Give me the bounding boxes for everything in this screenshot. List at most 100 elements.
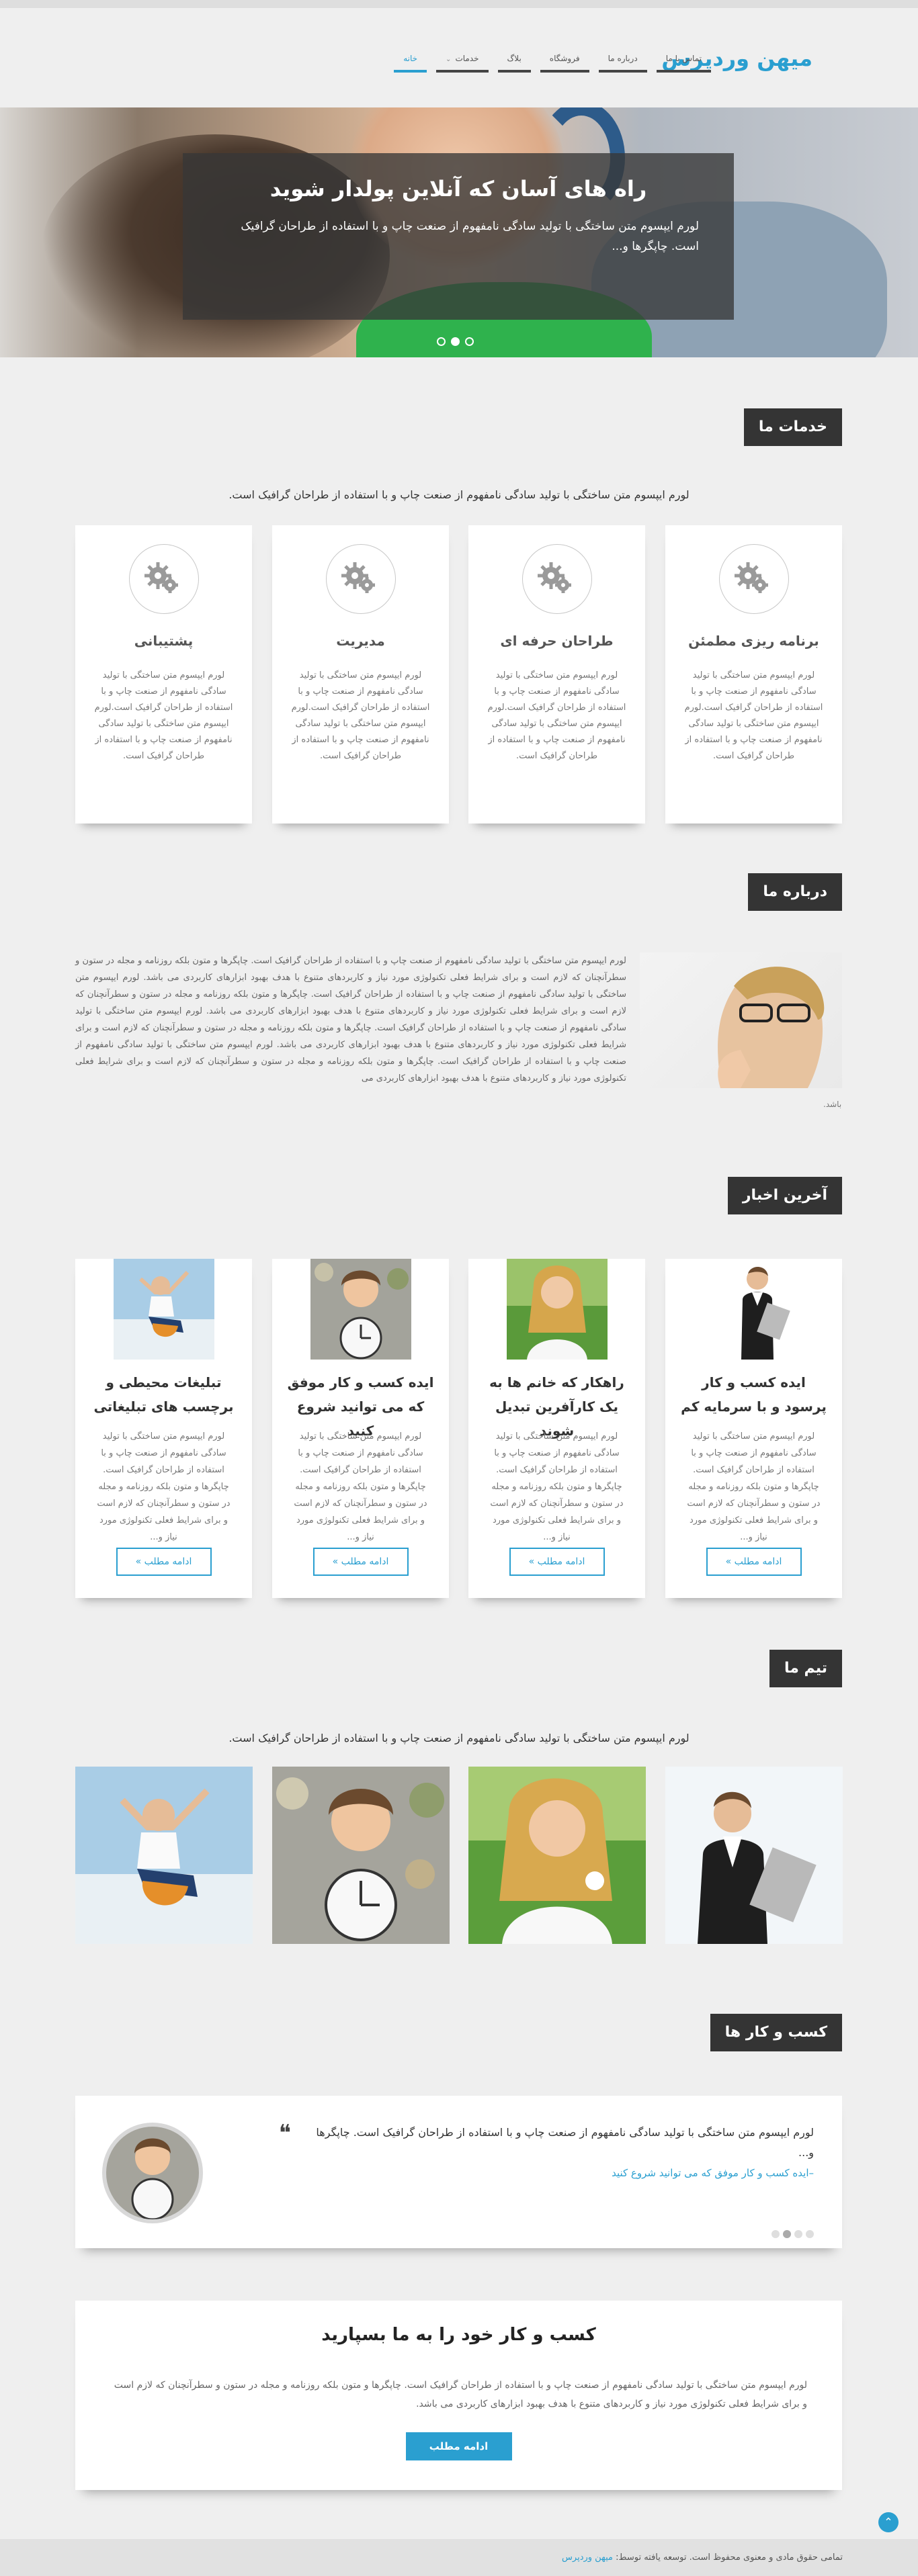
scroll-to-top-button[interactable]: ⌃ (878, 2512, 899, 2532)
team-member-photo[interactable] (665, 1767, 843, 1944)
hero-text: لورم ایپسوم متن ساختگی با تولید سادگی نا… (241, 220, 699, 253)
gears-icon (718, 544, 789, 614)
testimonial-card: ❝ لورم ایپسوم متن ساختگی با تولید سادگی … (75, 2096, 842, 2248)
team-member-photo[interactable] (272, 1767, 450, 1944)
double-chevron-icon: » (528, 1556, 535, 1567)
footer-text: تمامی حقوق مادی و معنوی محفوظ است. توسعه… (616, 2552, 843, 2563)
read-more-button[interactable]: ادامه مطلب » (706, 1548, 802, 1576)
services-title: خدمات ما (743, 408, 842, 446)
nav-item-home[interactable]: خانه (394, 50, 427, 73)
service-title: مدیریت (336, 633, 385, 649)
news-item-title[interactable]: ایده کسب و کار پرسود و با سرمایه کم (680, 1370, 827, 1419)
news-item-title[interactable]: تبلیغات محیطی و برچسب های تبلیغاتی (90, 1370, 237, 1419)
service-title: پشتیبانی (134, 633, 194, 649)
nav-item-services[interactable]: خدمات⌄ (436, 50, 489, 73)
hero-caption: راه های آسان که آنلاین پولدار شوید لورم … (183, 153, 734, 320)
service-card: برنامه ریزی مطمئن لورم ایپسوم متن ساختگی… (665, 525, 842, 824)
news-item-text: لورم ایپسوم متن ساختگی با تولید سادگی نا… (687, 1431, 821, 1542)
service-text: لورم ایپسوم متن ساختگی با تولید سادگی نا… (487, 670, 626, 761)
footer-copyright: تمامی حقوق مادی و معنوی محفوظ است. توسعه… (562, 2552, 843, 2563)
double-chevron-icon: » (332, 1556, 339, 1567)
read-more-label: ادامه مطلب (341, 1556, 389, 1567)
read-more-button[interactable]: ادامه مطلب » (509, 1548, 605, 1576)
nav-label: خدمات (455, 54, 479, 63)
read-more-button[interactable]: ادامه مطلب » (312, 1548, 409, 1576)
testimonial-avatar (102, 2123, 203, 2223)
testimonial-dots (771, 2230, 814, 2238)
nav-item-about[interactable]: درباره ما (598, 50, 647, 73)
nav-label: درباره ما (608, 54, 638, 63)
about-text: لورم ایپسوم متن ساختگی با تولید سادگی نا… (75, 956, 626, 1083)
service-title: برنامه ریزی مطمئن (688, 633, 819, 649)
carousel-dot-active[interactable] (783, 2230, 791, 2238)
business-title: کسب و کار ها (710, 2014, 842, 2051)
site-header: میهن وردپرس خانه خدمات⌄ بلاگ فروشگاه درب… (0, 8, 918, 107)
cta-button[interactable]: ادامه مطلب (405, 2432, 512, 2460)
nav-label: تماس با ما (665, 54, 702, 63)
team-member-photo[interactable] (468, 1767, 646, 1944)
hero-title: راه های آسان که آنلاین پولدار شوید (269, 176, 647, 202)
double-chevron-icon: » (135, 1556, 142, 1567)
about-image (640, 952, 842, 1088)
gears-icon (128, 544, 199, 614)
news-item-text: لورم ایپسوم متن ساختگی با تولید سادگی نا… (490, 1431, 624, 1542)
news-card: تبلیغات محیطی و برچسب های تبلیغاتی لورم … (75, 1259, 252, 1598)
team-title: تیم ما (769, 1650, 842, 1687)
news-item-text: لورم ایپسوم متن ساختگی با تولید سادگی نا… (294, 1431, 427, 1542)
slider-dot-active[interactable] (451, 337, 460, 346)
chevron-up-icon: ⌃ (884, 2516, 893, 2528)
slider-dot[interactable] (465, 337, 474, 346)
gears-icon (325, 544, 396, 614)
cta-title: کسب و کار خود را به ما بسپارید (321, 2325, 596, 2345)
service-text: لورم ایپسوم متن ساختگی با تولید سادگی نا… (684, 670, 823, 761)
news-item-text: لورم ایپسوم متن ساختگی با تولید سادگی نا… (97, 1431, 231, 1542)
site-footer: تمامی حقوق مادی و معنوی محفوظ است. توسعه… (0, 2539, 918, 2576)
service-text: لورم ایپسوم متن ساختگی با تولید سادگی نا… (291, 670, 430, 761)
news-card: راهکار که خانم ها به یک کارآفرین تبدیل ش… (468, 1259, 645, 1598)
service-card: پشتیبانی لورم ایپسوم متن ساختگی با تولید… (75, 525, 252, 824)
carousel-dot[interactable] (794, 2230, 802, 2238)
news-image[interactable] (703, 1259, 804, 1360)
read-more-label: ادامه مطلب (144, 1556, 192, 1567)
nav-label: فروشگاه (549, 54, 580, 63)
news-image[interactable] (310, 1259, 411, 1360)
about-text-tail: باشد. (823, 1100, 842, 1109)
testimonial-content: لورم ایپسوم متن ساختگی با تولید سادگی نا… (303, 2123, 814, 2183)
testimonial-link[interactable]: –ایده کسب و کار موفق که می توانید شروع ک… (303, 2163, 814, 2183)
services-intro: لورم ایپسوم متن ساختگی با تولید سادگی نا… (228, 488, 690, 501)
nav-item-contact[interactable]: تماس با ما (656, 50, 711, 73)
news-card: ایده کسب و کار پرسود و با سرمایه کم لورم… (665, 1259, 842, 1598)
carousel-dot[interactable] (806, 2230, 814, 2238)
team-intro: لورم ایپسوم متن ساختگی با تولید سادگی نا… (228, 1732, 690, 1744)
quote-icon: ❝ (278, 2120, 291, 2147)
service-title: طراحان حرفه ای (500, 633, 614, 649)
read-more-label: ادامه مطلب (734, 1556, 782, 1567)
gears-icon (521, 544, 592, 614)
nav-item-blog[interactable]: بلاگ (497, 50, 531, 73)
hero-slider: راه های آسان که آنلاین پولدار شوید لورم … (0, 107, 918, 357)
read-more-label: ادامه مطلب (537, 1556, 585, 1567)
slider-dot[interactable] (437, 337, 446, 346)
nav-label: خانه (403, 54, 418, 63)
testimonial-text: لورم ایپسوم متن ساختگی با تولید سادگی نا… (316, 2126, 814, 2159)
footer-link[interactable]: میهن وردپرس (562, 2552, 613, 2563)
double-chevron-icon: » (725, 1556, 732, 1567)
main-nav: خانه خدمات⌄ بلاگ فروشگاه درباره ما تماس … (394, 50, 711, 73)
news-title: آخرین اخبار (727, 1177, 842, 1214)
news-image[interactable] (506, 1259, 608, 1360)
news-image[interactable] (113, 1259, 214, 1360)
nav-item-shop[interactable]: فروشگاه (540, 50, 589, 73)
cta-box: کسب و کار خود را به ما بسپارید لورم ایپس… (75, 2301, 842, 2490)
service-card: طراحان حرفه ای لورم ایپسوم متن ساختگی با… (468, 525, 645, 824)
slider-dots (437, 337, 474, 346)
about-title: درباره ما (748, 873, 842, 911)
top-strip (0, 0, 918, 8)
read-more-button[interactable]: ادامه مطلب » (116, 1548, 212, 1576)
team-member-photo[interactable] (75, 1767, 253, 1944)
carousel-dot[interactable] (771, 2230, 780, 2238)
service-text: لورم ایپسوم متن ساختگی با تولید سادگی نا… (94, 670, 233, 761)
news-card: ایده کسب و کار موفق که می توانید شروع کن… (272, 1259, 449, 1598)
chevron-down-icon: ⌄ (446, 56, 452, 63)
cta-text: لورم ایپسوم متن ساختگی با تولید سادگی نا… (114, 2380, 807, 2409)
nav-label: بلاگ (507, 54, 521, 63)
